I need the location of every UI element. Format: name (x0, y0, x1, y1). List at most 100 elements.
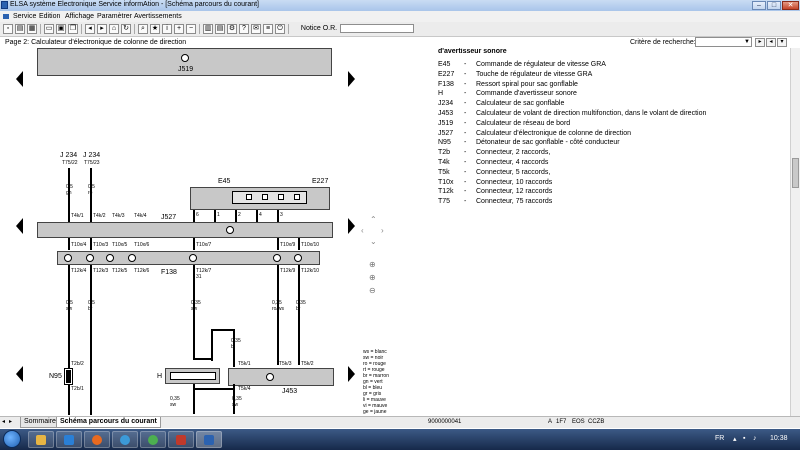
menu-parametrer[interactable]: Paramètrer (97, 13, 132, 20)
list-icon[interactable]: ≡ (263, 24, 273, 34)
prev-page-arrow-icon[interactable] (16, 366, 23, 382)
new-icon[interactable]: ▫ (3, 24, 13, 34)
tab-schema[interactable]: Schéma parcours du courant (56, 417, 161, 428)
next-page-arrow-icon[interactable] (348, 366, 355, 382)
menu-affichage[interactable]: Affichage (65, 13, 94, 20)
open-icon[interactable]: ▤ (15, 24, 25, 34)
taskbar-chrome[interactable] (140, 431, 166, 448)
taskbar-app[interactable] (168, 431, 194, 448)
conn-label: T12k/6 (134, 268, 150, 274)
prev-page-arrow-icon[interactable] (16, 218, 23, 234)
pan-down-icon[interactable]: ⌄ (370, 237, 377, 246)
legend-code: T12k (438, 188, 454, 196)
next-page-arrow-icon[interactable] (348, 71, 355, 87)
close-button[interactable]: ✕ (782, 1, 799, 10)
clock[interactable]: 10:38 (770, 435, 788, 442)
legend-dash: - (464, 80, 467, 88)
pan-right-icon[interactable]: › (381, 226, 384, 235)
notice-or-label: Notice O.R. (300, 25, 338, 32)
wire (211, 329, 213, 361)
info-icon[interactable]: i (162, 24, 172, 34)
refresh-icon[interactable]: ↻ (121, 24, 131, 34)
settings-icon[interactable]: ⚙ (227, 24, 237, 34)
zoom-in-icon[interactable]: + (174, 24, 184, 34)
tab-scroll-right-icon[interactable]: ▸ (9, 418, 12, 425)
legend-code: E45 (438, 61, 451, 68)
maximize-button[interactable]: □ (767, 1, 781, 10)
label-j519: J519 (178, 66, 194, 73)
volume-icon[interactable]: ♪ (753, 435, 757, 442)
label-j234-a: J 234 (60, 152, 78, 159)
zoom-fit-icon[interactable]: ⊕ (369, 273, 376, 282)
legend-description: Calculateur de sac gonflable (476, 100, 565, 108)
zoom-in-icon[interactable]: ⊕ (369, 260, 376, 269)
start-button[interactable] (3, 430, 21, 448)
search-icon[interactable]: ⌕ (138, 24, 148, 34)
menu-service[interactable]: Service (13, 13, 36, 20)
legend-description: Ressort spiral pour sac gonflable (476, 80, 578, 88)
print-icon[interactable]: ▭ (44, 24, 54, 34)
pin-t5k-4: T5k/4 (238, 386, 251, 392)
help-icon[interactable]: ? (239, 24, 249, 34)
conn-label: T12k/3 (93, 268, 109, 274)
menu-avertissements[interactable]: Avertissements (134, 13, 182, 20)
copy-icon[interactable]: ❐ (68, 24, 78, 34)
scrollbar-thumb[interactable] (792, 158, 799, 188)
app-icon (1, 1, 8, 9)
resistor-icon (246, 194, 252, 200)
tray-arrow-icon[interactable]: ▴ (733, 435, 737, 443)
diagram-icon[interactable]: ▥ (203, 24, 213, 34)
taskbar-media[interactable] (56, 431, 82, 448)
window-title: ELSA système Electronique Service inform… (10, 1, 260, 8)
tab-sommaire[interactable]: Sommaire (20, 417, 60, 428)
pan-left-icon[interactable]: ‹ (361, 226, 364, 235)
save-icon[interactable]: ▦ (27, 24, 37, 34)
next-page-arrow-icon[interactable] (348, 218, 355, 234)
criteria-select[interactable]: ▼ (695, 37, 752, 47)
exit-icon[interactable]: ⏻ (275, 24, 285, 34)
mail-icon[interactable]: ✉ (251, 24, 261, 34)
label-e45: E45 (218, 178, 231, 185)
zoom-out-icon[interactable]: ⊖ (369, 286, 376, 295)
forward-icon[interactable]: ▸ (97, 24, 107, 34)
menu-edition[interactable]: Edition (39, 13, 60, 20)
toolbar-separator (40, 24, 41, 34)
home-icon[interactable]: ⌂ (109, 24, 119, 34)
preview-icon[interactable]: ▣ (56, 24, 66, 34)
prev-page-arrow-icon[interactable] (16, 71, 23, 87)
pan-up-icon[interactable]: ⌃ (370, 215, 377, 224)
search-options-icon[interactable]: ▾ (777, 38, 787, 47)
legend-code: T10x (438, 178, 454, 186)
legend-dash: - (464, 119, 467, 127)
language-indicator[interactable]: FR (715, 435, 724, 442)
taskbar-ie[interactable] (112, 431, 138, 448)
taskbar-elsa[interactable] (196, 431, 222, 448)
minimize-button[interactable]: – (752, 1, 766, 10)
tab-scroll-left-icon[interactable]: ◂ (2, 418, 5, 425)
network-icon[interactable]: ▪ (743, 435, 745, 442)
conn-label: T10x/10 (301, 242, 320, 248)
toolbar-separator (288, 24, 289, 34)
wire (90, 168, 92, 230)
document-icon[interactable]: ▤ (215, 24, 225, 34)
back-icon[interactable]: ◂ (85, 24, 95, 34)
search-go-icon[interactable]: ▸ (755, 38, 765, 47)
search-prev-icon[interactable]: ◂ (766, 38, 776, 47)
wire-label: 0,35 sw (170, 396, 180, 408)
conn-label: T12k/9 (280, 268, 296, 274)
spiral-contact-icon (64, 254, 72, 262)
notice-or-input[interactable] (340, 24, 414, 33)
label-h: H (157, 373, 163, 380)
wire (90, 265, 92, 415)
zoom-out-icon[interactable]: − (186, 24, 196, 34)
taskbar-firefox[interactable] (84, 431, 110, 448)
system-menu-icon[interactable] (3, 14, 9, 19)
bookmark-icon[interactable]: ★ (150, 24, 160, 34)
taskbar-explorer[interactable] (28, 431, 54, 448)
legend-description: Connecteur, 4 raccords (476, 159, 549, 166)
vertical-scrollbar[interactable] (790, 48, 800, 416)
status-field-eos: EOS (572, 419, 585, 425)
legend-description: Commande de régulateur de vitesse GRA (476, 61, 606, 68)
pin-t5k-1: T5k/1 (238, 361, 251, 367)
legend-code: T2b (438, 149, 451, 157)
